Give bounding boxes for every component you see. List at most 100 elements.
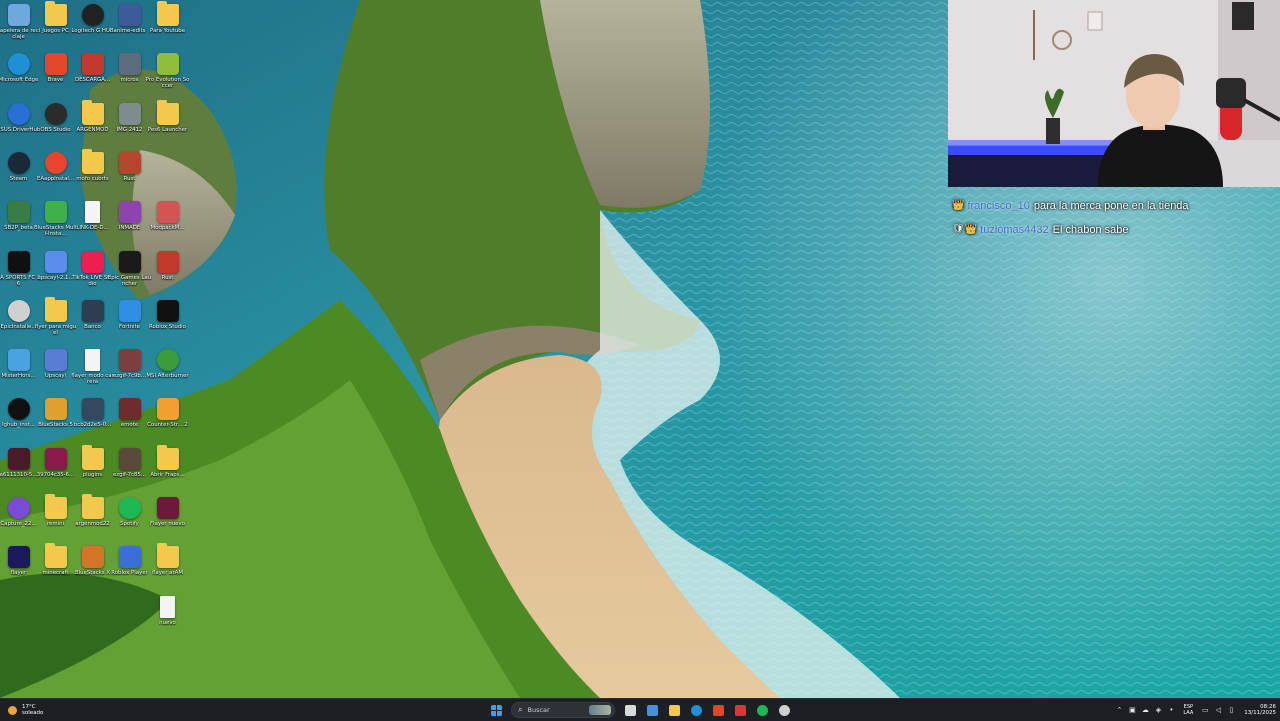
taskbar-app-button[interactable]: [731, 701, 749, 719]
sun-icon: [8, 705, 17, 715]
desktop-icon[interactable]: LINK-DE-D...: [74, 197, 111, 245]
desktop-icon[interactable]: plugins: [74, 444, 111, 492]
taskbar-app-button[interactable]: [643, 701, 661, 719]
desktop-icon[interactable]: EAappInstal...: [37, 148, 74, 196]
folder-icon: [81, 148, 104, 174]
desktop-icon[interactable]: BlueStacks 5: [37, 394, 74, 442]
desktop-icon[interactable]: anime-edits: [111, 0, 148, 48]
desktop-icon[interactable]: BlueStacks Multi-Insta...: [34, 197, 77, 245]
language-indicator[interactable]: ESP LAA: [1183, 704, 1193, 716]
app-icon: [7, 349, 30, 372]
desktop-icon[interactable]: Flayer nuevo: [149, 493, 186, 541]
file-explorer-icon: [668, 704, 680, 716]
desktop-icon[interactable]: Fortnite: [111, 296, 148, 344]
desktop-icon[interactable]: Spotify: [111, 493, 148, 541]
folder-icon: [81, 444, 104, 470]
chat-username: tuzlomas4432: [980, 223, 1049, 236]
chat-message: 🛡👑 tuzlomas4432 El chabon sabe: [952, 221, 1278, 238]
desktop-icon[interactable]: Upscayl: [37, 345, 74, 393]
desktop-icon[interactable]: 39704c35-6...: [37, 444, 74, 492]
desktop-icon[interactable]: ModpackM...: [149, 197, 186, 245]
desktop-icon[interactable]: upscayl-2.1...: [37, 247, 74, 295]
desktop-icon[interactable]: Rust: [111, 148, 148, 196]
start-button[interactable]: [487, 701, 505, 719]
shield-icon[interactable]: ◈: [1154, 706, 1162, 714]
taskbar-app-button[interactable]: [709, 701, 727, 719]
desktop-icon[interactable]: flayer modo carrera: [71, 345, 114, 393]
taskbar-app-button[interactable]: [621, 701, 639, 719]
desktop-icon[interactable]: emote: [111, 394, 148, 442]
desktop-icon[interactable]: Counter-Str... 2: [147, 394, 188, 442]
desktop-icon[interactable]: Steam: [0, 148, 37, 196]
desktop-icon[interactable]: ezgif-7c9b...: [111, 345, 148, 393]
desktop-icon[interactable]: mofo cubrts: [74, 148, 111, 196]
desktop-icon[interactable]: SB2P_beta: [0, 197, 37, 245]
desktop-icon[interactable]: EA SPORTS FC 26: [0, 247, 40, 295]
desktop-icon[interactable]: Microsoft Edge: [0, 49, 38, 97]
installer-icon: [7, 299, 30, 322]
desktop-icon[interactable]: IMG 2412: [111, 99, 148, 147]
desktop-icon[interactable]: Roblox Studio: [149, 296, 186, 344]
image-icon: [44, 447, 67, 470]
desktop-icon[interactable]: TikTok LIVE Studio: [72, 247, 113, 295]
image-icon: [81, 299, 104, 322]
taskbar-search[interactable]: ⌕: [511, 702, 615, 718]
image-icon: [118, 4, 141, 26]
desktop-icon[interactable]: Banco: [74, 296, 111, 344]
desktop-icon[interactable]: Para Youtube: [149, 0, 186, 48]
desktop-icon[interactable]: argenmod22: [74, 493, 111, 541]
edge-icon: [7, 53, 30, 76]
desktop-icon[interactable]: Roblox Player: [111, 542, 148, 590]
desktop-icon[interactable]: Brave: [37, 49, 74, 97]
desktop-icon[interactable]: Capture_22...: [0, 493, 37, 541]
desktop-icon[interactable]: MSI Afterburner: [146, 345, 189, 393]
desktop-icon[interactable]: ezgif-7c85...: [111, 444, 148, 492]
folder-icon: [44, 494, 67, 519]
desktop-icon[interactable]: OBS Studio: [37, 99, 74, 147]
search-input[interactable]: [527, 706, 584, 714]
desktop-icon[interactable]: MisterHors...: [0, 345, 37, 393]
cloud-icon[interactable]: ☁: [1141, 706, 1149, 714]
desktop-icon[interactable]: minecraft: [37, 542, 74, 590]
taskbar-app-button[interactable]: [687, 701, 705, 719]
desktop-icon[interactable]: Logitech G HUB: [71, 0, 114, 48]
desktop-icon[interactable]: DESCARGA...: [74, 49, 111, 97]
network-icon[interactable]: ▭: [1201, 706, 1209, 714]
desktop-icon[interactable]: Abrir Fraps...: [149, 444, 186, 492]
taskbar-app-button[interactable]: [753, 701, 771, 719]
image-icon: [118, 349, 141, 372]
desktop-icon-label: Pro Evolution Soccer: [145, 77, 190, 90]
desktop-icon[interactable]: flyer para miguel: [35, 296, 76, 344]
desktop-icon[interactable]: Epic Games Launcher: [108, 247, 151, 295]
desktop-icon[interactable]: ASUS DriverHub: [0, 99, 40, 147]
weather-widget[interactable]: 17°C soleado: [8, 701, 43, 719]
pes-icon: [156, 53, 179, 76]
microphone-icon[interactable]: •: [1167, 706, 1175, 714]
clock[interactable]: 08:26 13/11/2025: [1244, 704, 1276, 717]
app-tray-icon[interactable]: ▣: [1128, 706, 1136, 714]
chat-message: 👑 francisco_10 para la merca pone en la …: [952, 197, 1278, 214]
desktop-icon[interactable]: Rust: [149, 247, 186, 295]
desktop-icon[interactable]: EpicInstalle...: [0, 296, 37, 344]
volume-icon[interactable]: ◁: [1214, 706, 1222, 714]
desktop-icon[interactable]: ARGENMOD: [74, 99, 111, 147]
desktop-icon[interactable]: Papelera de reciclaje: [0, 0, 40, 48]
desktop-icon[interactable]: flayer arAM: [149, 542, 186, 590]
desktop-icon[interactable]: nuevo: [149, 592, 186, 640]
desktop-icon[interactable]: Pes6 Launcher: [148, 99, 187, 147]
battery-icon[interactable]: ▯: [1227, 706, 1235, 714]
taskbar-app-button[interactable]: [665, 701, 683, 719]
desktop-icon[interactable]: bcb2d2e5-0...: [74, 394, 111, 442]
desktop-icon[interactable]: Pro Evolution Soccer: [146, 49, 189, 97]
chevron-up-icon[interactable]: ⌃: [1115, 706, 1123, 714]
desktop-icon[interactable]: flayer: [0, 542, 37, 590]
taskbar-app-button[interactable]: [775, 701, 793, 719]
desktop-icon[interactable]: remini: [37, 493, 74, 541]
search-highlight-image: [589, 705, 611, 715]
desktop-icon[interactable]: a6111310-5...: [0, 444, 37, 492]
desktop-icon[interactable]: BlueStacks X: [74, 542, 111, 590]
desktop-icon[interactable]: INMADE: [111, 197, 148, 245]
desktop-icon[interactable]: Juegos PC: [37, 0, 74, 48]
desktop-icon[interactable]: lghub_inst...: [0, 394, 37, 442]
desktop-icon[interactable]: micros: [111, 49, 148, 97]
